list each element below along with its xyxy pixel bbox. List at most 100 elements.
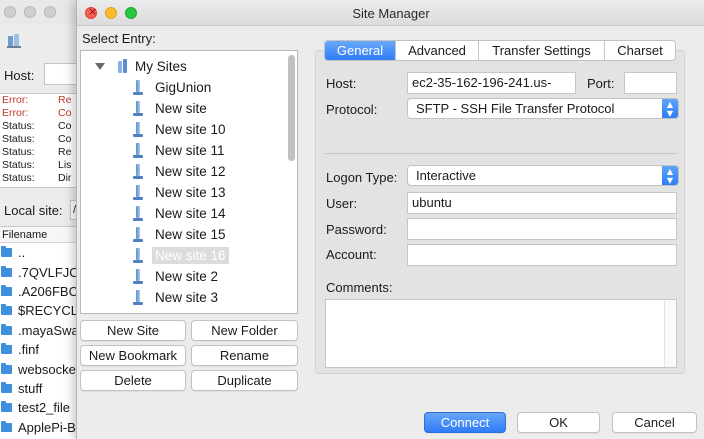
log-row: Error: Re xyxy=(0,94,80,107)
user-input[interactable]: ubuntu xyxy=(407,192,677,214)
tree-root-label: My Sites xyxy=(135,59,187,74)
dialog-titlebar: Site Manager xyxy=(77,0,704,26)
site-tree-item[interactable]: New site 11 xyxy=(133,140,228,161)
user-input-value: ubuntu xyxy=(412,195,452,210)
account-input[interactable] xyxy=(407,244,677,266)
log-text: Lis xyxy=(58,159,72,171)
connect-button[interactable]: Connect xyxy=(424,412,506,433)
disclosure-triangle-icon[interactable] xyxy=(95,63,105,70)
comments-scrollbar[interactable] xyxy=(664,300,675,367)
file-name: .mayaSwa xyxy=(18,322,79,338)
duplicate-button[interactable]: Duplicate xyxy=(191,370,298,391)
port-input[interactable] xyxy=(624,72,677,94)
log-text: Dir xyxy=(58,172,72,184)
site-tree-item[interactable]: New site 13 xyxy=(133,182,229,203)
tree-root-my-sites[interactable]: My Sites xyxy=(95,56,187,77)
tab-charset[interactable]: Charset xyxy=(605,41,675,60)
password-input[interactable] xyxy=(407,218,677,240)
file-row[interactable]: .finf xyxy=(0,340,80,359)
sites-folder-icon xyxy=(116,58,130,75)
file-row[interactable]: .7QVLFJC xyxy=(0,262,80,281)
site-icon xyxy=(133,247,143,264)
file-row[interactable]: test2_file xyxy=(0,398,80,417)
message-log: Error: Re Error: Co Status: Co Status: Co Status… xyxy=(0,93,80,188)
file-row[interactable]: .A206FBC xyxy=(0,282,80,301)
file-name: test2_file xyxy=(18,400,71,416)
protocol-select-value: SFTP - SSH File Transfer Protocol xyxy=(416,101,615,116)
local-file-rows: .. .7QVLFJC .A206FBC $RECYCL .mayaSwa .finf we… xyxy=(0,243,80,437)
folder-icon xyxy=(1,420,12,432)
site-manager-icon[interactable] xyxy=(7,33,23,49)
log-text: Co xyxy=(58,120,72,132)
log-text: Co xyxy=(58,107,72,119)
file-row[interactable]: .. xyxy=(0,243,80,262)
folder-icon xyxy=(1,284,12,296)
zoom-icon[interactable] xyxy=(44,6,56,18)
logon-type-select[interactable]: Interactive ▲ ▼ xyxy=(407,165,679,186)
new-bookmark-button[interactable]: New Bookmark xyxy=(80,345,186,366)
log-kind: Status: xyxy=(2,172,35,184)
main-window-traffic-lights xyxy=(4,6,56,18)
site-tree-item[interactable]: New site 16 xyxy=(133,245,229,266)
log-kind: Error: xyxy=(2,107,29,119)
protocol-select[interactable]: SFTP - SSH File Transfer Protocol ▲ ▼ xyxy=(407,98,679,119)
comments-textarea[interactable] xyxy=(325,299,677,368)
minimize-icon[interactable] xyxy=(24,6,36,18)
file-row[interactable]: .mayaSwa xyxy=(0,321,80,340)
folder-icon xyxy=(1,323,12,335)
site-tree-item[interactable]: GigUnion xyxy=(133,77,214,98)
ok-button[interactable]: OK xyxy=(517,412,600,433)
port-label: Port: xyxy=(587,76,615,91)
site-tree-scrollbar[interactable] xyxy=(287,55,295,311)
cancel-button[interactable]: Cancel xyxy=(612,412,697,433)
site-tree-item[interactable]: New site xyxy=(133,98,210,119)
site-tree-item[interactable]: New site 2 xyxy=(133,266,221,287)
tab-general[interactable]: General xyxy=(325,41,396,60)
site-tree-item-label: New site 13 xyxy=(155,185,226,200)
log-row: Status: Co xyxy=(0,133,80,146)
new-site-button[interactable]: New Site xyxy=(80,320,186,341)
file-row[interactable]: websocke xyxy=(0,359,80,378)
host-input[interactable]: ec2-35-162-196-241.us- xyxy=(407,72,576,94)
close-icon[interactable] xyxy=(4,6,16,18)
settings-tabs: General Advanced Transfer Settings Charset xyxy=(324,40,676,61)
site-tree-item[interactable]: New site 3 xyxy=(133,287,221,308)
quickconnect-host-label: Host: xyxy=(4,68,35,83)
site-tree-item[interactable]: New site 14 xyxy=(133,203,229,224)
site-icon xyxy=(133,121,143,138)
site-tree-item-label: New site xyxy=(155,101,207,116)
file-name: .. xyxy=(18,245,26,261)
local-file-list[interactable]: Filename .. .7QVLFJC .A206FBC $RECYCL .mayaS… xyxy=(0,226,80,439)
site-tree-item-label: New site 11 xyxy=(155,143,225,158)
panel-separator xyxy=(325,153,677,154)
site-icon xyxy=(133,79,143,96)
filename-column-header[interactable]: Filename xyxy=(0,227,80,243)
file-row[interactable]: ApplePi-B xyxy=(0,418,80,437)
tab-transfer-settings[interactable]: Transfer Settings xyxy=(479,41,605,60)
quickconnect-bar: Host: xyxy=(0,60,84,90)
site-tree-item-label: New site 3 xyxy=(155,290,219,305)
chevron-updown-icon: ▲ ▼ xyxy=(662,166,678,185)
site-tree-item[interactable]: New site 15 xyxy=(133,224,229,245)
site-tree-item-label: New site 16 xyxy=(152,247,229,264)
site-tree[interactable]: My Sites GigUnion New site New site 10 New … xyxy=(80,50,298,314)
tab-advanced[interactable]: Advanced xyxy=(396,41,479,60)
site-tree-item[interactable]: New site 10 xyxy=(133,119,229,140)
delete-button[interactable]: Delete xyxy=(80,370,186,391)
file-row[interactable]: stuff xyxy=(0,379,80,398)
select-entry-label: Select Entry: xyxy=(82,31,156,46)
folder-icon xyxy=(1,381,12,393)
log-kind: Error: xyxy=(2,94,29,106)
rename-button[interactable]: Rename xyxy=(191,345,298,366)
file-row[interactable]: $RECYCL xyxy=(0,301,80,320)
file-name: $RECYCL xyxy=(18,303,78,319)
site-tree-item-label: New site 15 xyxy=(155,227,226,242)
file-name: .7QVLFJC xyxy=(18,264,79,280)
password-label: Password: xyxy=(326,222,387,237)
file-name: ApplePi-B xyxy=(18,419,76,435)
new-folder-button[interactable]: New Folder xyxy=(191,320,298,341)
site-icon xyxy=(133,163,143,180)
file-name: stuff xyxy=(18,380,43,396)
site-tree-item[interactable]: New site 12 xyxy=(133,161,229,182)
site-tree-scroll-thumb[interactable] xyxy=(288,55,295,161)
